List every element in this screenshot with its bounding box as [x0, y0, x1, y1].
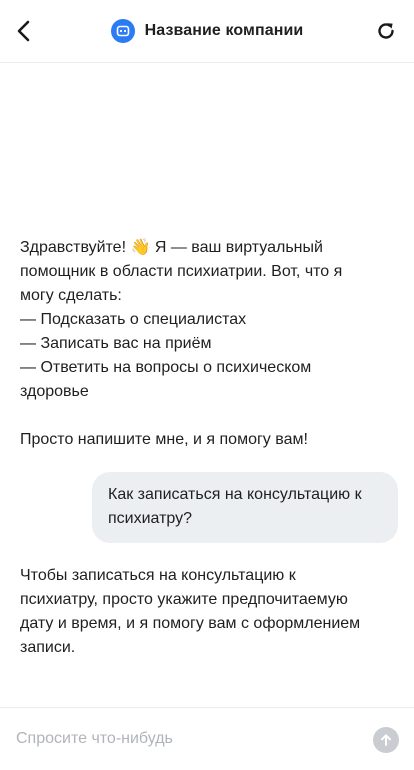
message-line: дату и время, и я помогу вам с оформлени…	[20, 615, 361, 632]
message-line: психиатру, просто укажите предпочитаемую	[20, 591, 348, 608]
company-title: Название компании	[144, 22, 304, 39]
user-message-bubble: Как записаться на консультацию к психиат…	[92, 472, 398, 543]
message-line: — Подсказать о специалистах	[20, 311, 247, 328]
message-line: здоровье	[20, 383, 89, 400]
message-line	[20, 404, 392, 428]
message-composer	[0, 707, 414, 770]
bot-message: Чтобы записаться на консультацию к психи…	[20, 564, 392, 660]
refresh-icon	[378, 23, 394, 39]
message-line: Как записаться на консультацию к	[108, 486, 362, 503]
header-title-group: Название компании	[0, 19, 414, 43]
refresh-button[interactable]	[372, 17, 400, 45]
chat-header: Название компании	[0, 0, 414, 63]
chat-messages[interactable]: Здравствуйте! 👋 Я — ваш виртуальный помо…	[0, 63, 414, 707]
message-line: психиатру?	[108, 510, 193, 527]
message-input[interactable]	[14, 722, 358, 756]
message-line: записи.	[20, 639, 76, 656]
message-line: помощник в области психиатрии. Вот, что …	[20, 263, 343, 280]
bot-message: Здравствуйте! 👋 Я — ваш виртуальный помо…	[20, 236, 392, 452]
send-arrow-up-icon	[381, 734, 391, 746]
send-button[interactable]	[373, 727, 399, 753]
message-line: — Ответить на вопросы о психическом	[20, 359, 312, 376]
message-line: могу сделать:	[20, 287, 122, 304]
message-line: Чтобы записаться на консультацию к	[20, 567, 296, 584]
message-line: Просто напишите мне, и я помогу вам!	[20, 431, 308, 448]
chat-bot-icon	[110, 19, 135, 43]
message-line: — Записать вас на приём	[20, 335, 212, 352]
message-line: Здравствуйте! 👋 Я — ваш виртуальный	[20, 239, 323, 256]
